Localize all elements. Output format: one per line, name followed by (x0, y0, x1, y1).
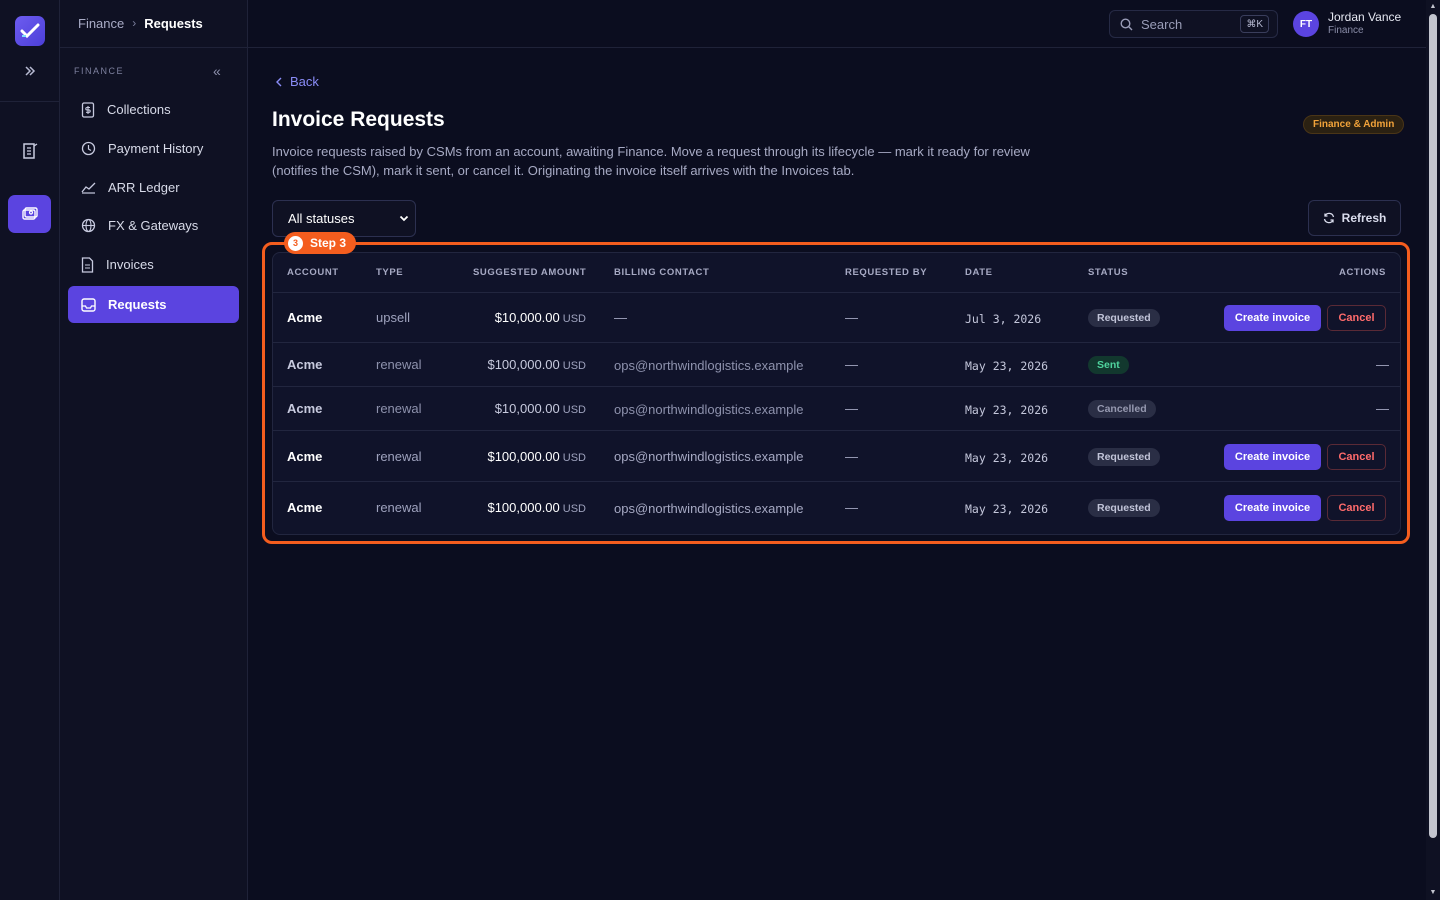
app-logo-icon[interactable] (15, 16, 45, 46)
app-rail (0, 0, 60, 900)
scroll-down-icon[interactable]: ▼ (1429, 889, 1437, 897)
sidebar-item-label: Collections (107, 102, 171, 117)
history-icon (81, 141, 96, 156)
dollar-doc-icon (81, 101, 95, 118)
inbox-icon (81, 297, 96, 312)
search-icon (1120, 17, 1133, 30)
step-label: Step 3 (310, 236, 347, 250)
breadcrumb-parent[interactable]: Finance (78, 16, 124, 31)
building-icon[interactable] (18, 139, 42, 163)
user-role: Finance (1328, 25, 1364, 36)
search-placeholder: Search (1141, 16, 1183, 32)
sidebar-item-arr-ledger[interactable]: ARR Ledger (68, 169, 239, 206)
page-description: Invoice requests raised by CSMs from an … (272, 144, 1030, 178)
refresh-label: Refresh (1341, 211, 1387, 225)
back-label: Back (290, 74, 319, 89)
sidebar-item-label: ARR Ledger (108, 180, 180, 195)
sidebar-section-title: FINANCE (74, 66, 125, 76)
sidebar-item-payment-history[interactable]: Payment History (68, 130, 239, 167)
status-filter-value: All statuses (288, 211, 355, 226)
step-badge: 3 Step 3 (284, 232, 357, 254)
sidebar-item-invoices[interactable]: Invoices (68, 246, 239, 283)
chart-line-icon (81, 182, 96, 194)
avatar[interactable]: FT (1293, 11, 1319, 37)
step-highlight-frame (262, 242, 1410, 544)
header-divider (60, 47, 1426, 48)
back-link[interactable]: Back (276, 74, 319, 89)
document-icon (81, 256, 94, 273)
expand-rail-icon[interactable] (18, 60, 42, 82)
refresh-icon (1323, 212, 1334, 224)
globe-icon (81, 218, 96, 233)
chevron-down-icon (399, 215, 409, 222)
breadcrumb: Finance › Requests (78, 14, 203, 32)
search-input[interactable]: Search ⌘K (1109, 10, 1278, 38)
role-badge: Finance & Admin (1303, 115, 1405, 134)
finance-app-icon[interactable] (8, 195, 51, 233)
sidebar-item-label: Payment History (108, 141, 204, 156)
sidebar-item-requests[interactable]: Requests (68, 286, 239, 323)
collapse-sidebar-icon[interactable]: « (213, 63, 221, 79)
sidebar-item-fx-gateways[interactable]: FX & Gateways (68, 207, 239, 244)
user-name: Jordan Vance (1328, 10, 1402, 24)
step-number: 3 (288, 235, 303, 251)
scrollbar-thumb[interactable] (1429, 14, 1437, 838)
refresh-button[interactable]: Refresh (1308, 200, 1401, 236)
sidebar-item-label: FX & Gateways (108, 218, 199, 233)
search-shortcut: ⌘K (1240, 15, 1269, 33)
page-title: Invoice Requests (272, 108, 445, 131)
sidebar-item-label: Requests (108, 297, 167, 312)
rail-divider (0, 101, 60, 102)
breadcrumb-current: Requests (144, 15, 203, 31)
sidebar: FINANCE « Collections Payment History AR… (60, 0, 248, 900)
sidebar-item-label: Invoices (106, 257, 154, 272)
sidebar-item-collections[interactable]: Collections (68, 91, 239, 128)
chevron-left-icon (276, 77, 282, 86)
chevron-right-icon: › (132, 16, 137, 30)
scroll-up-icon[interactable]: ▲ (1429, 3, 1437, 11)
